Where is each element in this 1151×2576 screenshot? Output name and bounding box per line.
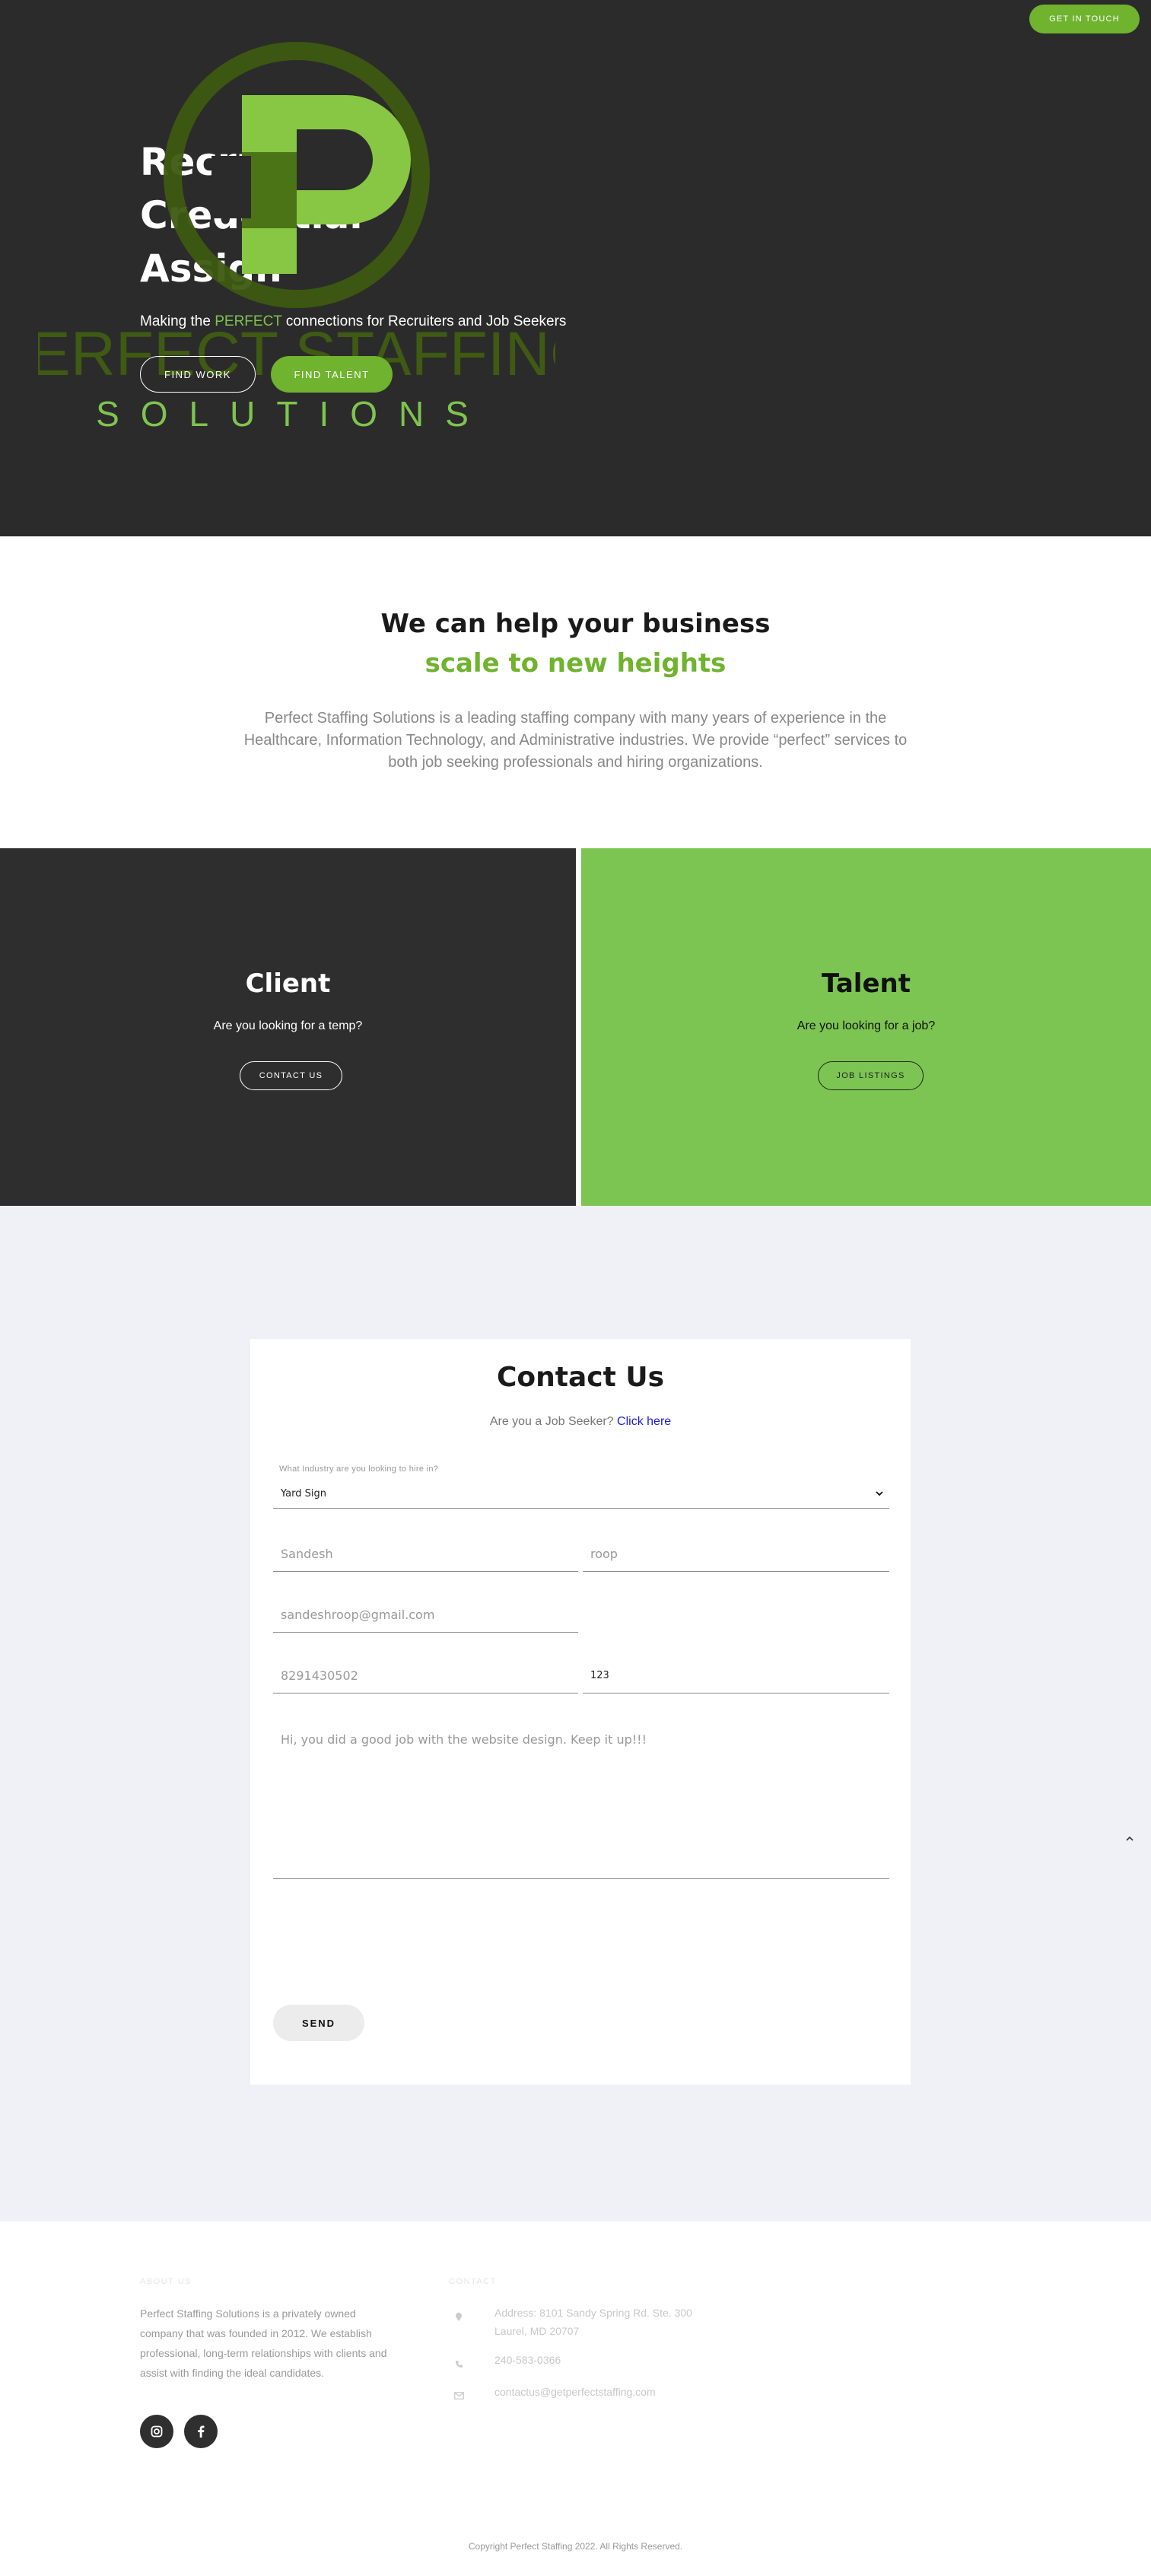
about-text: Perfect Staffing Solutions is a privatel…: [140, 2307, 387, 2379]
copyright: Copyright Perfect Staffing 2022. All Rig…: [468, 2541, 683, 2552]
scroll-to-top-icon[interactable]: [1126, 1831, 1134, 1843]
industry-selected-value: Yard Sign: [281, 1488, 326, 1499]
phone-icon: [453, 2358, 464, 2369]
hero-subtitle: Making the PERFECT connections for Recru…: [140, 313, 566, 330]
hero-section: Recruit Credential Assign PERFECT STAFFI…: [0, 0, 1151, 536]
contact-section: Contact Us Are you a Job Seeker? Click h…: [0, 1206, 1151, 2221]
hero-subtitle-after: connections for Recruiters and Job Seeke…: [281, 313, 567, 329]
find-work-button[interactable]: FIND WORK: [140, 356, 256, 393]
industry-select[interactable]: Yard Sign: [273, 1480, 889, 1509]
help-body: Perfect Staffing Solutions is a leading …: [243, 710, 908, 771]
last-name-field[interactable]: roop: [583, 1537, 889, 1572]
chevron-down-icon: [876, 1491, 883, 1496]
footer: ABOUT US Perfect Staffing Solutions is a…: [0, 2221, 1151, 2576]
talent-title: Talent: [822, 968, 911, 999]
find-talent-button[interactable]: FIND TALENT: [271, 356, 393, 393]
contact-heading: CONTACT: [449, 2277, 497, 2286]
logo-text-bottom: SOLUTIONS: [96, 394, 490, 434]
instagram-icon[interactable]: [140, 2415, 173, 2448]
job-seeker-text: Are you a Job Seeker?: [489, 1415, 618, 1428]
job-seeker-prompt: Are you a Job Seeker? Click here: [250, 1415, 911, 1429]
email-field[interactable]: sandeshroop@gmail.com: [273, 1598, 578, 1633]
industry-label: What Industry are you looking to hire in…: [279, 1465, 439, 1474]
job-listings-button[interactable]: JOB LISTINGS: [818, 1061, 924, 1090]
first-name-field[interactable]: Sandesh: [273, 1537, 578, 1572]
about-heading: ABOUT US: [140, 2277, 192, 2286]
click-here-link[interactable]: Click here: [617, 1415, 671, 1428]
client-question: Are you looking for a temp?: [213, 1019, 363, 1032]
address-line-2: Laurel, MD 20707: [494, 2325, 580, 2337]
talent-question: Are you looking for a job?: [796, 1019, 936, 1032]
location-icon: [453, 2311, 464, 2322]
talent-panel: Talent Are you looking for a job? JOB LI…: [581, 848, 1151, 1206]
footer-email[interactable]: contactus@getperfectstaffing.com: [494, 2383, 656, 2401]
extension-field[interactable]: 123: [583, 1658, 889, 1693]
address-line-1: Address: 8101 Sandy Spring Rd. Ste. 300: [494, 2307, 692, 2319]
hero-subtitle-accent: PERFECT: [215, 313, 282, 329]
mail-icon: [453, 2390, 464, 2401]
client-panel: Client Are you looking for a temp? CONTA…: [0, 848, 576, 1206]
client-title: Client: [245, 968, 331, 999]
get-in-touch-button[interactable]: GET IN TOUCH: [1029, 5, 1140, 33]
hero-title-line-2: Credential: [140, 193, 363, 237]
help-heading-accent: scale to new heights: [424, 648, 727, 679]
hero-title: Recruit Credential Assign: [140, 135, 362, 295]
help-section: We can help your business scale to new h…: [0, 536, 1151, 848]
send-button[interactable]: SEND: [273, 2005, 364, 2041]
phone-field[interactable]: 8291430502: [273, 1658, 578, 1693]
contact-us-button[interactable]: CONTACT US: [240, 1061, 342, 1090]
help-heading: We can help your business: [380, 609, 771, 639]
contact-title: Contact Us: [496, 1362, 665, 1393]
facebook-icon[interactable]: [184, 2415, 218, 2448]
contact-form-card: Contact Us Are you a Job Seeker? Click h…: [250, 1339, 911, 2085]
message-textarea[interactable]: Hi, you did a good job with the website …: [273, 1723, 889, 1879]
hero-subtitle-before: Making the: [140, 313, 215, 329]
hero-title-line-1: Recruit: [140, 140, 295, 184]
hero-title-line-3: Assign: [140, 246, 282, 291]
footer-phone[interactable]: 240-583-0366: [494, 2351, 561, 2369]
